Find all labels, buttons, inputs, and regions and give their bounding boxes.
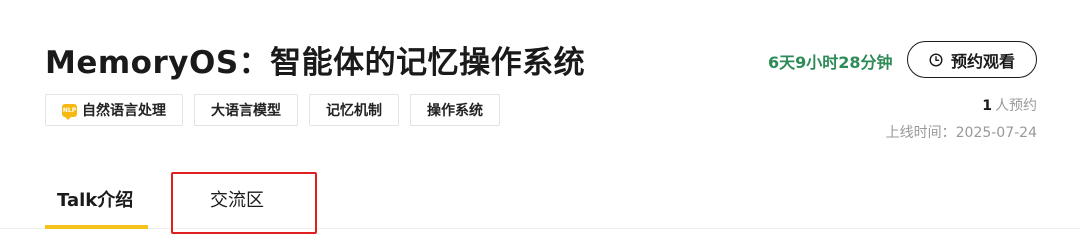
reservation-count: 1 人预约 [982,95,1037,115]
countdown-timer: 6天9小时28分钟 [768,53,893,72]
tag-memory-mechanism[interactable]: 记忆机制 [309,94,399,126]
tag-list: NLP 自然语言处理 大语言模型 记忆机制 操作系统 [45,94,500,126]
clock-icon [929,52,943,67]
page-title: MemoryOS：智能体的记忆操作系统 [45,45,586,81]
tab-talk-intro[interactable]: Talk介绍 [57,186,133,216]
reservation-suffix: 人预约 [995,98,1037,114]
release-date-value: 2025-07-24 [955,125,1037,141]
tag-llm[interactable]: 大语言模型 [194,94,298,126]
nlp-chat-icon: NLP [62,103,77,120]
release-label: 上线时间： [885,125,956,141]
tab-divider [0,228,1080,229]
reservation-number: 1 [982,98,992,114]
tag-nlp[interactable]: NLP 自然语言处理 [45,94,183,126]
active-tab-indicator [45,225,148,229]
tag-label: 自然语言处理 [82,103,166,119]
tag-label: 记忆机制 [326,103,382,119]
tag-label: 大语言模型 [211,103,281,119]
tag-label: 操作系统 [427,103,483,119]
release-date: 上线时间：2025-07-24 [886,122,1037,142]
tag-operating-system[interactable]: 操作系统 [410,94,500,126]
talk-page-header: MemoryOS：智能体的记忆操作系统 NLP 自然语言处理 大语言模型 记忆机… [0,0,1080,252]
reserve-button-label: 预约观看 [950,53,1015,71]
highlight-annotation-box [171,172,317,234]
reserve-watch-button[interactable]: 预约观看 [907,41,1037,78]
